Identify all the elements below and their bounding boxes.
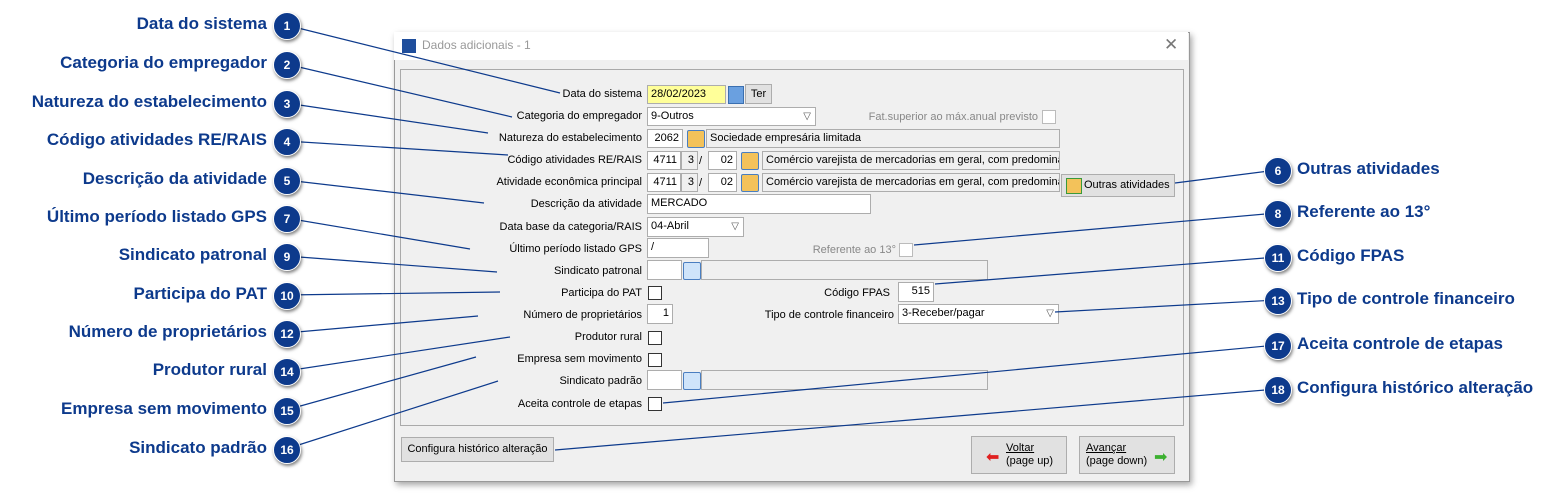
callout-line: [285, 336, 511, 372]
callout-label: Outras atividades: [1297, 159, 1440, 178]
callout-line: [662, 344, 1278, 404]
callout-badge: 14: [273, 358, 301, 386]
callout-label: Natureza do estabelecimento: [31, 92, 267, 111]
callout-badge: 10: [273, 282, 301, 310]
callout-line: [934, 256, 1278, 285]
callout-line: [285, 140, 509, 156]
callout-line: [285, 179, 485, 204]
callout-label: Sindicato padrão: [129, 438, 267, 457]
callout-line: [913, 212, 1278, 246]
callout-label: Tipo de controle financeiro: [1297, 289, 1515, 308]
callout-line: [554, 388, 1278, 451]
callout-line: [285, 63, 513, 118]
callout-badge: 3: [273, 90, 301, 118]
callout-badge: 5: [273, 167, 301, 195]
callout-label: Número de proprietários: [68, 322, 267, 341]
callout-badge: 12: [273, 320, 301, 348]
callout-label: Configura histórico alteração: [1297, 378, 1534, 397]
callout-badge: 2: [273, 51, 301, 79]
callout-line: [285, 255, 498, 273]
callout-label: Participa do PAT: [133, 284, 267, 303]
callout-badge: 9: [273, 243, 301, 271]
callout-badge: 4: [273, 128, 301, 156]
callout-label: Data do sistema: [136, 14, 267, 33]
callout-badge: 8: [1264, 200, 1292, 228]
callout-line: [1174, 169, 1278, 184]
callout-label: Aceita controle de etapas: [1297, 334, 1503, 353]
callout-line: [285, 291, 501, 296]
callout-label: Código FPAS: [1297, 246, 1405, 265]
callout-label: Código atividades RE/RAIS: [46, 130, 267, 149]
callout-label: Referente ao 13°: [1297, 202, 1431, 221]
callout-line: [285, 356, 477, 411]
callout-line: [285, 315, 479, 334]
callout-line: [1054, 299, 1278, 313]
callout-badge: 13: [1264, 287, 1292, 315]
callout-badge: 7: [273, 205, 301, 233]
callout-label: Produtor rural: [152, 360, 267, 379]
callout-label: Categoria do empregador: [60, 53, 267, 72]
callout-badge: 18: [1264, 376, 1292, 404]
callout-badge: 16: [273, 436, 301, 464]
callout-label: Empresa sem movimento: [61, 399, 267, 418]
callout-badge: 6: [1264, 157, 1292, 185]
callout-line: [285, 217, 471, 250]
callout-line: [285, 24, 561, 94]
callout-badge: 1: [273, 12, 301, 40]
callout-badge: 11: [1264, 244, 1292, 272]
callout-label: Último período listado GPS: [46, 207, 267, 226]
callout-label: Sindicato patronal: [118, 245, 267, 264]
callout-line: [285, 380, 499, 450]
callout-badge: 17: [1264, 332, 1292, 360]
callout-label: Descrição da atividade: [82, 169, 267, 188]
callout-badge: 15: [273, 397, 301, 425]
callout-line: [285, 102, 489, 134]
